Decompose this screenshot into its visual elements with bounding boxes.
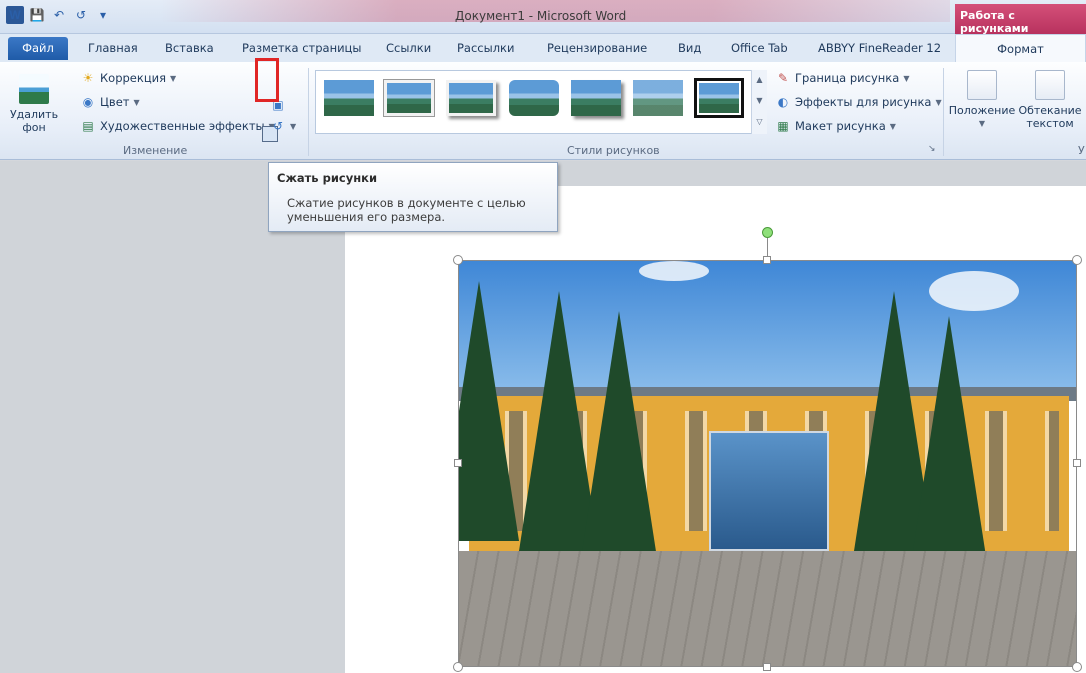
tooltip-title: Сжать рисунки xyxy=(277,171,377,185)
group-separator xyxy=(943,68,944,156)
picture-layout-label: Макет рисунка xyxy=(795,119,886,133)
wrap-text-button[interactable]: Обтекание текстом xyxy=(1018,70,1082,130)
tab-review[interactable]: Рецензирование xyxy=(547,41,647,55)
selected-picture[interactable] xyxy=(458,260,1077,667)
picture-border-button[interactable]: ✎ Граница рисунка ▼ xyxy=(775,70,910,86)
tab-file[interactable]: Файл xyxy=(8,37,68,60)
word-app-icon[interactable]: W xyxy=(6,6,24,24)
position-label: Положение xyxy=(948,104,1016,117)
picture-glass-entrance xyxy=(709,431,829,551)
tab-view[interactable]: Вид xyxy=(678,41,701,55)
picture-style-thumb[interactable] xyxy=(446,80,496,116)
group-label-styles: Стили рисунков xyxy=(567,144,660,157)
quick-access-toolbar: W 💾 ↶ ↺ ▾ xyxy=(6,6,112,24)
resize-handle-bottom[interactable] xyxy=(763,663,771,671)
remove-background-label: Удалить фон xyxy=(9,108,59,134)
picture-style-thumb[interactable] xyxy=(571,80,621,116)
resize-handle-right[interactable] xyxy=(1073,459,1081,467)
chevron-down-icon: ▼ xyxy=(978,119,986,128)
tab-references[interactable]: Ссылки xyxy=(386,41,431,55)
gallery-more-icon[interactable]: ▽ xyxy=(752,112,767,133)
wrap-text-icon xyxy=(1035,70,1065,100)
rotation-handle[interactable] xyxy=(762,227,773,238)
picture-layout-button[interactable]: ▦ Макет рисунка ▼ xyxy=(775,118,896,134)
tooltip-body: Сжатие рисунков в документе с целью умен… xyxy=(287,196,526,224)
group-label-change: Изменение xyxy=(123,144,188,157)
tab-home[interactable]: Главная xyxy=(88,41,138,55)
customize-icon[interactable]: ▾ xyxy=(94,6,112,24)
resize-handle-top-left[interactable] xyxy=(453,255,463,265)
picture-border-label: Граница рисунка xyxy=(795,71,900,85)
resize-handle-bottom-left[interactable] xyxy=(453,662,463,672)
picture-cloud xyxy=(639,261,709,281)
picture-pavement xyxy=(459,551,1076,666)
chevron-down-icon: ▼ xyxy=(935,97,942,107)
tab-office-tab[interactable]: Office Tab xyxy=(731,41,788,55)
chevron-down-icon: ▼ xyxy=(170,73,177,83)
scroll-up-icon[interactable]: ▲ xyxy=(752,70,767,91)
ribbon-tabs: Файл Главная Вставка Разметка страницы С… xyxy=(0,34,1086,62)
tab-mailings[interactable]: Рассылки xyxy=(457,41,514,55)
tab-abbyy[interactable]: ABBYY FineReader 12 xyxy=(818,41,941,55)
resize-handle-left[interactable] xyxy=(454,459,462,467)
chevron-down-icon: ▼ xyxy=(889,121,896,131)
picture-styles-gallery xyxy=(315,70,767,134)
tab-page-layout[interactable]: Разметка страницы xyxy=(242,41,361,55)
dialog-launcher-icon[interactable]: ↘ xyxy=(928,144,936,154)
picture-tree xyxy=(459,281,519,541)
group-separator xyxy=(308,68,309,156)
context-tab-picture-tools: Работа с рисунками xyxy=(955,4,1086,35)
picture-style-thumb[interactable] xyxy=(633,80,683,116)
picture-style-thumb[interactable] xyxy=(384,80,434,116)
color-icon: ◉ xyxy=(82,95,94,109)
sun-icon: ☀ xyxy=(82,71,94,85)
resize-handle-top[interactable] xyxy=(763,256,771,264)
picture-tree xyxy=(909,316,989,576)
correction-label: Коррекция xyxy=(100,71,167,85)
correction-button[interactable]: ☀ Коррекция ▼ xyxy=(80,70,177,86)
picture-cloud xyxy=(929,271,1019,311)
compress-pictures-tooltip: Сжать рисунки Сжатие рисунков в документ… xyxy=(268,162,558,232)
artistic-effects-label: Художественные эффекты xyxy=(100,119,265,133)
gallery-scrollbar[interactable]: ▲ ▼ ▽ xyxy=(751,70,767,134)
scroll-down-icon[interactable]: ▼ xyxy=(752,91,767,112)
position-button[interactable]: Положение ▼ xyxy=(948,70,1016,130)
reset-picture-button[interactable]: ↺ ▼ xyxy=(270,118,296,134)
effects-icon: ◐ xyxy=(777,95,789,109)
artistic-effects-icon: ▤ xyxy=(82,119,94,133)
redo-icon[interactable]: ↺ xyxy=(72,6,90,24)
remove-background-button[interactable]: Удалить фон xyxy=(8,74,60,134)
chevron-down-icon: ▼ xyxy=(290,121,297,131)
layout-icon: ▦ xyxy=(777,119,789,133)
picture-style-thumb-selected[interactable] xyxy=(694,78,744,118)
pen-icon: ✎ xyxy=(777,71,789,85)
window-title: Документ1 - Microsoft Word xyxy=(455,9,627,23)
chevron-down-icon: ▼ xyxy=(903,73,910,83)
remove-background-icon xyxy=(19,74,49,104)
save-icon[interactable]: 💾 xyxy=(28,6,46,24)
picture-tree xyxy=(579,311,659,571)
picture-effects-label: Эффекты для рисунка xyxy=(795,95,932,109)
undo-icon[interactable]: ↶ xyxy=(50,6,68,24)
picture-effects-button[interactable]: ◐ Эффекты для рисунка ▼ xyxy=(775,94,942,110)
title-bar: W 💾 ↶ ↺ ▾ Документ1 - Microsoft Word Раб… xyxy=(0,0,1086,35)
resize-handle-top-right[interactable] xyxy=(1072,255,1082,265)
resize-handle-bottom-right[interactable] xyxy=(1072,662,1082,672)
color-button[interactable]: ◉ Цвет ▼ xyxy=(80,94,140,110)
compress-pictures-button[interactable] xyxy=(255,58,279,102)
picture-style-thumb[interactable] xyxy=(509,80,559,116)
reset-picture-icon: ↺ xyxy=(272,119,284,133)
wrap-text-label: Обтекание текстом xyxy=(1018,104,1082,130)
tab-format[interactable]: Формат xyxy=(955,34,1086,62)
position-icon xyxy=(967,70,997,100)
chevron-down-icon: ▼ xyxy=(133,97,140,107)
artistic-effects-button[interactable]: ▤ Художественные эффекты ▼ xyxy=(80,118,274,134)
group-label-arrange: У xyxy=(1078,144,1085,157)
picture-style-thumb[interactable] xyxy=(324,80,374,116)
tab-insert[interactable]: Вставка xyxy=(165,41,214,55)
color-label: Цвет xyxy=(100,95,130,109)
